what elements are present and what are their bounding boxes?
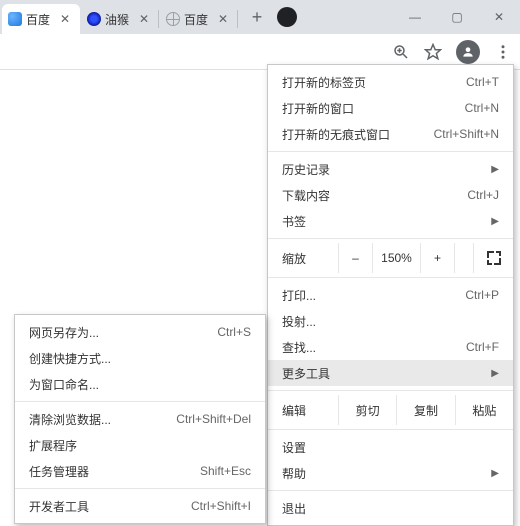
tab-title: 百度 [184,11,216,28]
zoom-value: 150% [372,243,420,273]
submenu-extensions[interactable]: 扩展程序 [15,432,265,458]
close-icon[interactable]: ✕ [218,12,232,26]
zoom-out-button[interactable]: – [338,243,372,273]
submenu-name-window[interactable]: 为窗口命名... [15,371,265,397]
fullscreen-button[interactable] [473,243,513,273]
menu-shortcut: Ctrl+F [466,340,499,354]
chevron-right-icon: ▶ [491,164,499,175]
submenu-clear-data[interactable]: 清除浏览数据... Ctrl+Shift+Del [15,406,265,432]
menu-label: 打开新的窗口 [282,100,354,117]
menu-label: 设置 [282,439,306,456]
menu-label: 历史记录 [282,161,330,178]
separator [268,238,513,239]
edit-label: 编辑 [268,402,338,419]
window-controls: — ▢ ✕ [394,0,520,34]
menu-label: 开发者工具 [29,498,89,515]
menu-label: 清除浏览数据... [29,411,111,428]
menu-shortcut: Ctrl+N [465,101,499,115]
menu-label: 书签 [282,213,306,230]
close-icon[interactable]: ✕ [139,12,153,26]
favicon-baidu-paw [87,12,101,26]
submenu-save-as[interactable]: 网页另存为... Ctrl+S [15,319,265,345]
menu-label: 打开新的无痕式窗口 [282,126,390,143]
zoom-icon[interactable] [392,43,410,61]
menu-label: 帮助 [282,465,306,482]
menu-label: 查找... [282,339,316,356]
menu-shortcut: Ctrl+Shift+N [434,127,499,141]
separator [268,390,513,391]
maximize-button[interactable]: ▢ [436,0,478,34]
menu-label: 为窗口命名... [29,376,99,393]
zoom-in-button[interactable]: + [420,243,454,273]
menu-history[interactable]: 历史记录 ▶ [268,156,513,182]
close-icon[interactable]: ✕ [60,12,74,26]
menu-shortcut: Ctrl+T [466,75,499,89]
new-tab-button[interactable]: + [243,3,271,31]
menu-bookmarks[interactable]: 书签 ▶ [268,208,513,234]
menu-label: 网页另存为... [29,324,99,341]
separator [268,277,513,278]
chevron-right-icon: ▶ [491,368,499,379]
separator [268,429,513,430]
incognito-icon [277,7,297,27]
minimize-button[interactable]: — [394,0,436,34]
menu-label: 扩展程序 [29,437,77,454]
menu-label: 任务管理器 [29,463,89,480]
chevron-right-icon: ▶ [491,216,499,227]
separator [15,401,265,402]
separator [268,151,513,152]
favicon-globe [166,12,180,26]
menu-label: 下载内容 [282,187,330,204]
tab-3[interactable]: 百度 ✕ [160,4,238,34]
submenu-create-shortcut[interactable]: 创建快捷方式... [15,345,265,371]
star-icon[interactable] [424,43,442,61]
menu-shortcut: Ctrl+S [217,325,251,339]
menu-label: 打印... [282,287,316,304]
menu-label: 退出 [282,500,306,517]
tab-strip: 百度 ✕ 油猴 ✕ 百度 ✕ + — ▢ ✕ [0,0,520,34]
more-menu-button[interactable] [494,43,512,61]
separator [15,488,265,489]
chevron-right-icon: ▶ [491,468,499,479]
menu-label: 投射... [282,313,316,330]
tab-title: 油猴 [105,11,137,28]
close-window-button[interactable]: ✕ [478,0,520,34]
tab-title: 百度 [26,11,58,28]
more-tools-submenu: 网页另存为... Ctrl+S 创建快捷方式... 为窗口命名... 清除浏览数… [14,314,266,524]
menu-shortcut: Ctrl+Shift+I [191,499,251,513]
submenu-dev-tools[interactable]: 开发者工具 Ctrl+Shift+I [15,493,265,519]
menu-help[interactable]: 帮助 ▶ [268,460,513,486]
menu-label: 打开新的标签页 [282,74,366,91]
menu-shortcut: Ctrl+P [465,288,499,302]
menu-exit[interactable]: 退出 [268,495,513,521]
submenu-task-manager[interactable]: 任务管理器 Shift+Esc [15,458,265,484]
menu-new-tab[interactable]: 打开新的标签页 Ctrl+T [268,69,513,95]
menu-label: 更多工具 [282,365,330,382]
fullscreen-icon [487,251,501,265]
cut-button[interactable]: 剪切 [338,395,396,425]
menu-more-tools[interactable]: 更多工具 ▶ [268,360,513,386]
menu-print[interactable]: 打印... Ctrl+P [268,282,513,308]
menu-shortcut: Ctrl+J [467,188,499,202]
tab-2[interactable]: 油猴 ✕ [81,4,159,34]
menu-cast[interactable]: 投射... [268,308,513,334]
menu-downloads[interactable]: 下载内容 Ctrl+J [268,182,513,208]
favicon-baidu [8,12,22,26]
menu-settings[interactable]: 设置 [268,434,513,460]
copy-button[interactable]: 复制 [396,395,454,425]
main-menu: 打开新的标签页 Ctrl+T 打开新的窗口 Ctrl+N 打开新的无痕式窗口 C… [267,64,514,526]
menu-shortcut: Shift+Esc [200,464,251,478]
menu-new-window[interactable]: 打开新的窗口 Ctrl+N [268,95,513,121]
menu-shortcut: Ctrl+Shift+Del [176,412,251,426]
menu-zoom: 缩放 – 150% + [268,243,513,273]
profile-icon[interactable] [456,40,480,64]
tab-1[interactable]: 百度 ✕ [2,4,80,34]
menu-label: 创建快捷方式... [29,350,111,367]
separator [268,490,513,491]
paste-button[interactable]: 粘贴 [455,395,513,425]
menu-edit-row: 编辑 剪切 复制 粘贴 [268,395,513,425]
menu-new-incognito[interactable]: 打开新的无痕式窗口 Ctrl+Shift+N [268,121,513,147]
zoom-label: 缩放 [268,250,338,267]
menu-find[interactable]: 查找... Ctrl+F [268,334,513,360]
